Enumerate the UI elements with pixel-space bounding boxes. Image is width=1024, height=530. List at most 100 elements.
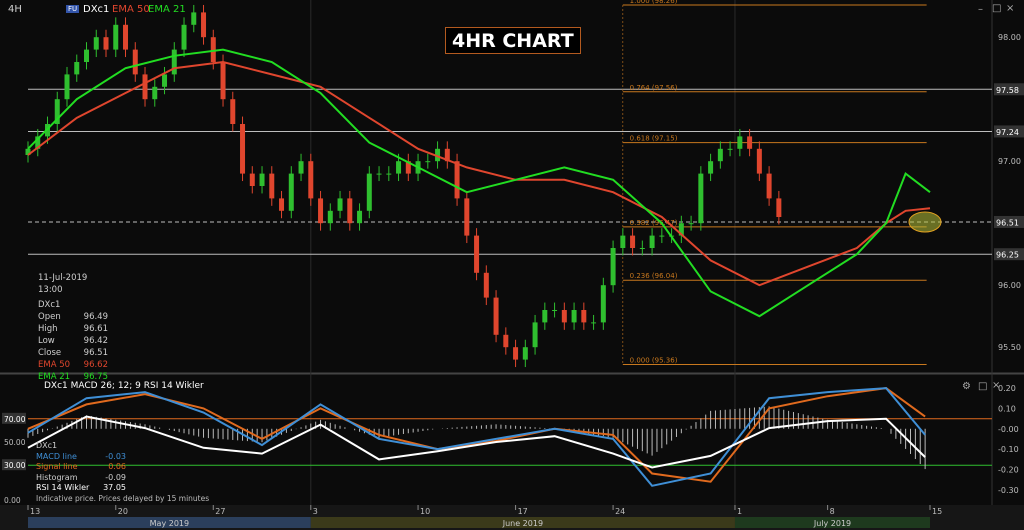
- candle-body: [600, 285, 606, 323]
- rsi-tick-label: 70.00: [4, 415, 26, 424]
- candle-body: [591, 322, 597, 324]
- candle-body: [503, 334, 509, 348]
- candle-body: [688, 223, 694, 225]
- candle-body: [766, 173, 772, 199]
- candle-body: [298, 161, 304, 174]
- candle-body: [210, 37, 216, 62]
- chart-title-badge: 4HR CHART: [445, 27, 581, 54]
- candle-body: [230, 99, 236, 124]
- disclaimer-note: Indicative price. Prices delayed by 15 m…: [36, 494, 210, 503]
- info-row: Close 96.51: [38, 348, 108, 358]
- info-date: 11-Jul-2019 13:00: [38, 273, 88, 295]
- highlight-circle: [908, 211, 942, 233]
- candle-body: [279, 198, 285, 211]
- candle-body: [288, 173, 294, 211]
- maximize-icon[interactable]: □: [992, 3, 1001, 14]
- x-tick-label: 20: [118, 507, 128, 516]
- candle-body: [240, 124, 246, 174]
- candle-body: [649, 235, 655, 248]
- candle-body: [561, 310, 567, 323]
- candle-body: [162, 74, 168, 87]
- macd-tick-label: 0.20: [998, 384, 1016, 393]
- macd-tick-label: -0.00: [998, 425, 1019, 434]
- fib-level-label: 0.236 (96.04): [630, 272, 678, 280]
- rsi-tick-label: 30.00: [4, 461, 26, 470]
- legend-row: RSI 14 Wikler 37.05: [36, 483, 126, 492]
- x-tick-label: 15: [932, 507, 942, 516]
- price-chart[interactable]: 97.58 97.24 96.51 96.25 98.00 97.00 96.00 95.50…: [0, 0, 1024, 530]
- candle-body: [142, 74, 148, 100]
- close-icon[interactable]: ×: [1006, 3, 1014, 14]
- symbol-badge: FU: [66, 5, 80, 13]
- candle-body: [327, 210, 333, 224]
- legend-symbol: DXc1: [36, 441, 58, 450]
- candle-body: [132, 49, 138, 75]
- level-label: 97.24: [996, 128, 1019, 137]
- candle-body: [717, 148, 723, 162]
- candle-body: [181, 24, 187, 50]
- candle-body: [347, 198, 353, 224]
- candle-body: [269, 173, 275, 199]
- candle-body: [747, 136, 753, 149]
- fib-level-label: 1.000 (98.26): [630, 0, 678, 5]
- ema50-legend: EMA 50: [112, 4, 150, 15]
- candle-body: [386, 173, 392, 175]
- settings-icon[interactable]: ⚙: [962, 381, 971, 392]
- x-tick-label: 27: [215, 507, 225, 516]
- x-tick-label: 17: [518, 507, 528, 516]
- month-label: May 2019: [150, 519, 189, 528]
- info-row: High 96.61: [38, 324, 108, 334]
- symbol-label[interactable]: DXc1: [83, 4, 109, 15]
- legend-row: MACD line -0.03: [36, 451, 126, 461]
- candle-body: [123, 24, 129, 50]
- candle-body: [454, 161, 460, 199]
- x-tick-label: 3: [313, 507, 318, 516]
- ema21-legend: EMA 21: [148, 4, 186, 15]
- month-label: July 2019: [813, 519, 851, 528]
- candle-body: [522, 347, 528, 360]
- candle-body: [425, 161, 431, 163]
- price-tick-label: 95.50: [998, 343, 1021, 352]
- candle-body: [171, 49, 177, 75]
- rsi-tick-label: 50.00: [4, 438, 26, 447]
- x-tick-label: 24: [615, 507, 625, 516]
- macd-tick-label: -0.10: [998, 445, 1019, 454]
- candle-body: [113, 24, 119, 50]
- candle-body: [249, 173, 255, 186]
- rsi-tick-label: 0.00: [4, 496, 21, 505]
- info-row: Open 96.49: [38, 312, 108, 322]
- candle-body: [483, 272, 489, 298]
- x-tick-label: 1: [737, 507, 742, 516]
- candle-body: [191, 12, 197, 25]
- candle-body: [552, 310, 558, 311]
- info-box: 11-Jul-2019 13:00 DXc1 Open 96.49 High 96.…: [38, 272, 108, 383]
- candle-body: [708, 161, 714, 174]
- candle-body: [74, 62, 80, 75]
- month-label: June 2019: [502, 519, 543, 528]
- x-tick-label: 8: [830, 507, 835, 516]
- expand-icon[interactable]: □: [978, 381, 987, 392]
- candle-body: [581, 310, 587, 323]
- minimize-icon[interactable]: –: [978, 4, 983, 15]
- candle-body: [376, 173, 382, 175]
- candle-body: [620, 235, 626, 248]
- timeframe-label[interactable]: 4H: [8, 4, 22, 15]
- candle-body: [571, 310, 577, 323]
- fib-level-label: 0.764 (97.56): [630, 84, 678, 92]
- candle-body: [337, 198, 343, 211]
- macd-tick-label: -0.30: [998, 486, 1019, 495]
- fib-level-label: 0.000 (95.36): [630, 357, 678, 365]
- macd-tick-label: 0.10: [998, 404, 1016, 413]
- candle-body: [464, 198, 470, 236]
- candle-body: [201, 12, 207, 38]
- close-pane-icon[interactable]: ×: [992, 380, 1000, 391]
- info-row: EMA 50 96.62: [38, 360, 108, 370]
- candle-body: [318, 198, 324, 224]
- info-symbol: DXc1: [38, 300, 61, 310]
- indicator-header[interactable]: DXc1 MACD 26; 12; 9 RSI 14 Wikler: [44, 381, 204, 391]
- legend-row: Histogram -0.09: [36, 472, 126, 482]
- price-tick-label: 97.00: [998, 157, 1021, 166]
- candle-body: [542, 310, 548, 323]
- candle-body: [727, 148, 733, 150]
- price-tick-label: 96.00: [998, 281, 1021, 290]
